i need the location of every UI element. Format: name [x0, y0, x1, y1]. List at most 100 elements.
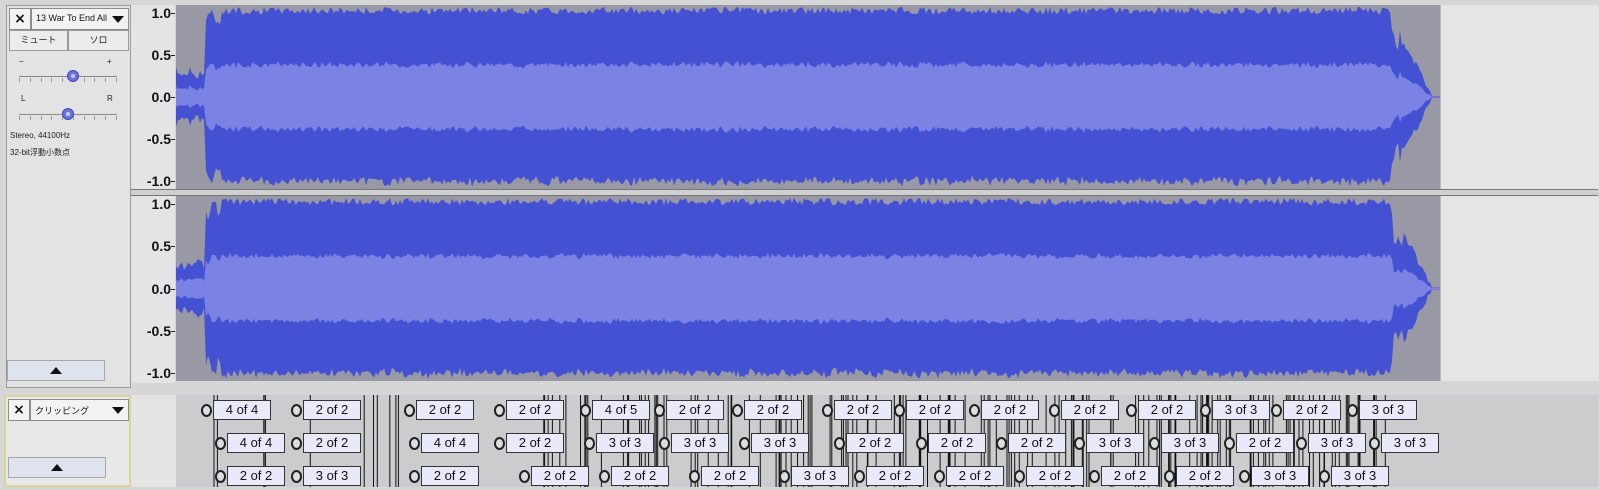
clip-label[interactable]: 2 of 2: [1176, 466, 1234, 486]
label-handle-icon[interactable]: [215, 437, 226, 450]
clip-label[interactable]: 3 of 3: [1308, 433, 1366, 453]
collapse-label-track-button[interactable]: [8, 457, 106, 478]
clip-label[interactable]: 2 of 2: [531, 466, 589, 486]
label-handle-icon[interactable]: [201, 404, 212, 417]
label-handle-icon[interactable]: [854, 470, 865, 483]
clip-label[interactable]: 4 of 4: [421, 433, 479, 453]
label-handle-icon[interactable]: [494, 437, 505, 450]
label-handle-icon[interactable]: [1224, 437, 1235, 450]
clip-label[interactable]: 3 of 3: [1086, 433, 1144, 453]
clip-label[interactable]: 4 of 4: [213, 400, 271, 420]
label-handle-icon[interactable]: [409, 470, 420, 483]
clip-label[interactable]: 2 of 2: [928, 433, 986, 453]
label-handle-icon[interactable]: [969, 404, 980, 417]
waveform-right-channel[interactable]: [176, 196, 1440, 381]
collapse-track-button[interactable]: [7, 360, 105, 381]
clip-label[interactable]: 2 of 2: [1101, 466, 1159, 486]
clip-label[interactable]: 2 of 2: [303, 400, 361, 420]
clip-label[interactable]: 3 of 3: [791, 466, 849, 486]
clip-label[interactable]: 2 of 2: [1026, 466, 1084, 486]
close-track-button[interactable]: ×: [9, 8, 31, 30]
clip-label[interactable]: 2 of 2: [846, 433, 904, 453]
label-track[interactable]: 4 of 42 of 22 of 22 of 24 of 52 of 22 of…: [176, 395, 1598, 487]
label-handle-icon[interactable]: [291, 404, 302, 417]
clip-label[interactable]: 4 of 4: [227, 433, 285, 453]
clip-label[interactable]: 2 of 2: [1008, 433, 1066, 453]
label-handle-icon[interactable]: [1089, 470, 1100, 483]
clip-label[interactable]: 2 of 2: [946, 466, 1004, 486]
clip-label[interactable]: 2 of 2: [1283, 400, 1341, 420]
label-handle-icon[interactable]: [659, 437, 670, 450]
label-handle-icon[interactable]: [1074, 437, 1085, 450]
label-handle-icon[interactable]: [654, 404, 665, 417]
clip-label[interactable]: 3 of 3: [1331, 466, 1389, 486]
label-handle-icon[interactable]: [996, 437, 1007, 450]
track-name-menu[interactable]: 13 War To End All: [31, 8, 129, 30]
clip-label[interactable]: 3 of 3: [1381, 433, 1439, 453]
clip-label[interactable]: 2 of 2: [1138, 400, 1196, 420]
label-handle-icon[interactable]: [1369, 437, 1380, 450]
label-handle-icon[interactable]: [1239, 470, 1250, 483]
label-handle-icon[interactable]: [1200, 404, 1211, 417]
clip-label[interactable]: 3 of 3: [751, 433, 809, 453]
label-handle-icon[interactable]: [584, 437, 595, 450]
label-handle-icon[interactable]: [1149, 437, 1160, 450]
label-handle-icon[interactable]: [519, 470, 530, 483]
label-handle-icon[interactable]: [1126, 404, 1137, 417]
label-handle-icon[interactable]: [1271, 404, 1282, 417]
clip-label[interactable]: 2 of 2: [303, 433, 361, 453]
label-handle-icon[interactable]: [894, 404, 905, 417]
label-handle-icon[interactable]: [599, 470, 610, 483]
label-handle-icon[interactable]: [291, 470, 302, 483]
clip-label[interactable]: 2 of 2: [1236, 433, 1294, 453]
label-handle-icon[interactable]: [732, 404, 743, 417]
close-label-track-button[interactable]: ×: [8, 399, 30, 421]
label-handle-icon[interactable]: [1164, 470, 1175, 483]
clip-label[interactable]: 2 of 2: [701, 466, 759, 486]
clip-label[interactable]: 3 of 3: [596, 433, 654, 453]
clip-label[interactable]: 3 of 3: [1359, 400, 1417, 420]
gain-slider-knob[interactable]: [66, 70, 79, 82]
clip-label[interactable]: 2 of 2: [744, 400, 802, 420]
label-handle-icon[interactable]: [689, 470, 700, 483]
label-handle-icon[interactable]: [739, 437, 750, 450]
clip-label[interactable]: 2 of 2: [227, 466, 285, 486]
solo-button[interactable]: ソロ: [68, 30, 129, 51]
clip-label[interactable]: 3 of 3: [671, 433, 729, 453]
clip-label[interactable]: 2 of 2: [666, 400, 724, 420]
clip-label[interactable]: 2 of 2: [866, 466, 924, 486]
clip-label[interactable]: 2 of 2: [506, 400, 564, 420]
label-handle-icon[interactable]: [215, 470, 226, 483]
clip-label[interactable]: 3 of 3: [303, 466, 361, 486]
clip-label[interactable]: 3 of 3: [1161, 433, 1219, 453]
label-handle-icon[interactable]: [580, 404, 591, 417]
clip-label[interactable]: 3 of 3: [1212, 400, 1270, 420]
clip-label[interactable]: 2 of 2: [1061, 400, 1119, 420]
label-handle-icon[interactable]: [834, 437, 845, 450]
clip-label[interactable]: 2 of 2: [416, 400, 474, 420]
label-handle-icon[interactable]: [404, 404, 415, 417]
pan-slider-knob[interactable]: [62, 108, 74, 120]
label-handle-icon[interactable]: [409, 437, 420, 450]
label-handle-icon[interactable]: [1347, 404, 1358, 417]
label-handle-icon[interactable]: [1296, 437, 1307, 450]
label-handle-icon[interactable]: [934, 470, 945, 483]
label-handle-icon[interactable]: [916, 437, 927, 450]
label-handle-icon[interactable]: [1319, 470, 1330, 483]
clip-label[interactable]: 2 of 2: [834, 400, 892, 420]
clip-label[interactable]: 4 of 5: [592, 400, 650, 420]
clip-label[interactable]: 2 of 2: [611, 466, 669, 486]
clip-label[interactable]: 2 of 2: [981, 400, 1039, 420]
clip-label[interactable]: 2 of 2: [506, 433, 564, 453]
label-handle-icon[interactable]: [822, 404, 833, 417]
label-track-name-menu[interactable]: クリッピング: [30, 399, 129, 421]
label-handle-icon[interactable]: [1049, 404, 1060, 417]
mute-button[interactable]: ミュート: [9, 30, 68, 51]
clip-label[interactable]: 2 of 2: [421, 466, 479, 486]
label-handle-icon[interactable]: [779, 470, 790, 483]
waveform-left-channel[interactable]: [176, 5, 1440, 189]
label-handle-icon[interactable]: [291, 437, 302, 450]
clip-label[interactable]: 3 of 3: [1251, 466, 1309, 486]
clip-label[interactable]: 2 of 2: [906, 400, 964, 420]
label-handle-icon[interactable]: [1014, 470, 1025, 483]
